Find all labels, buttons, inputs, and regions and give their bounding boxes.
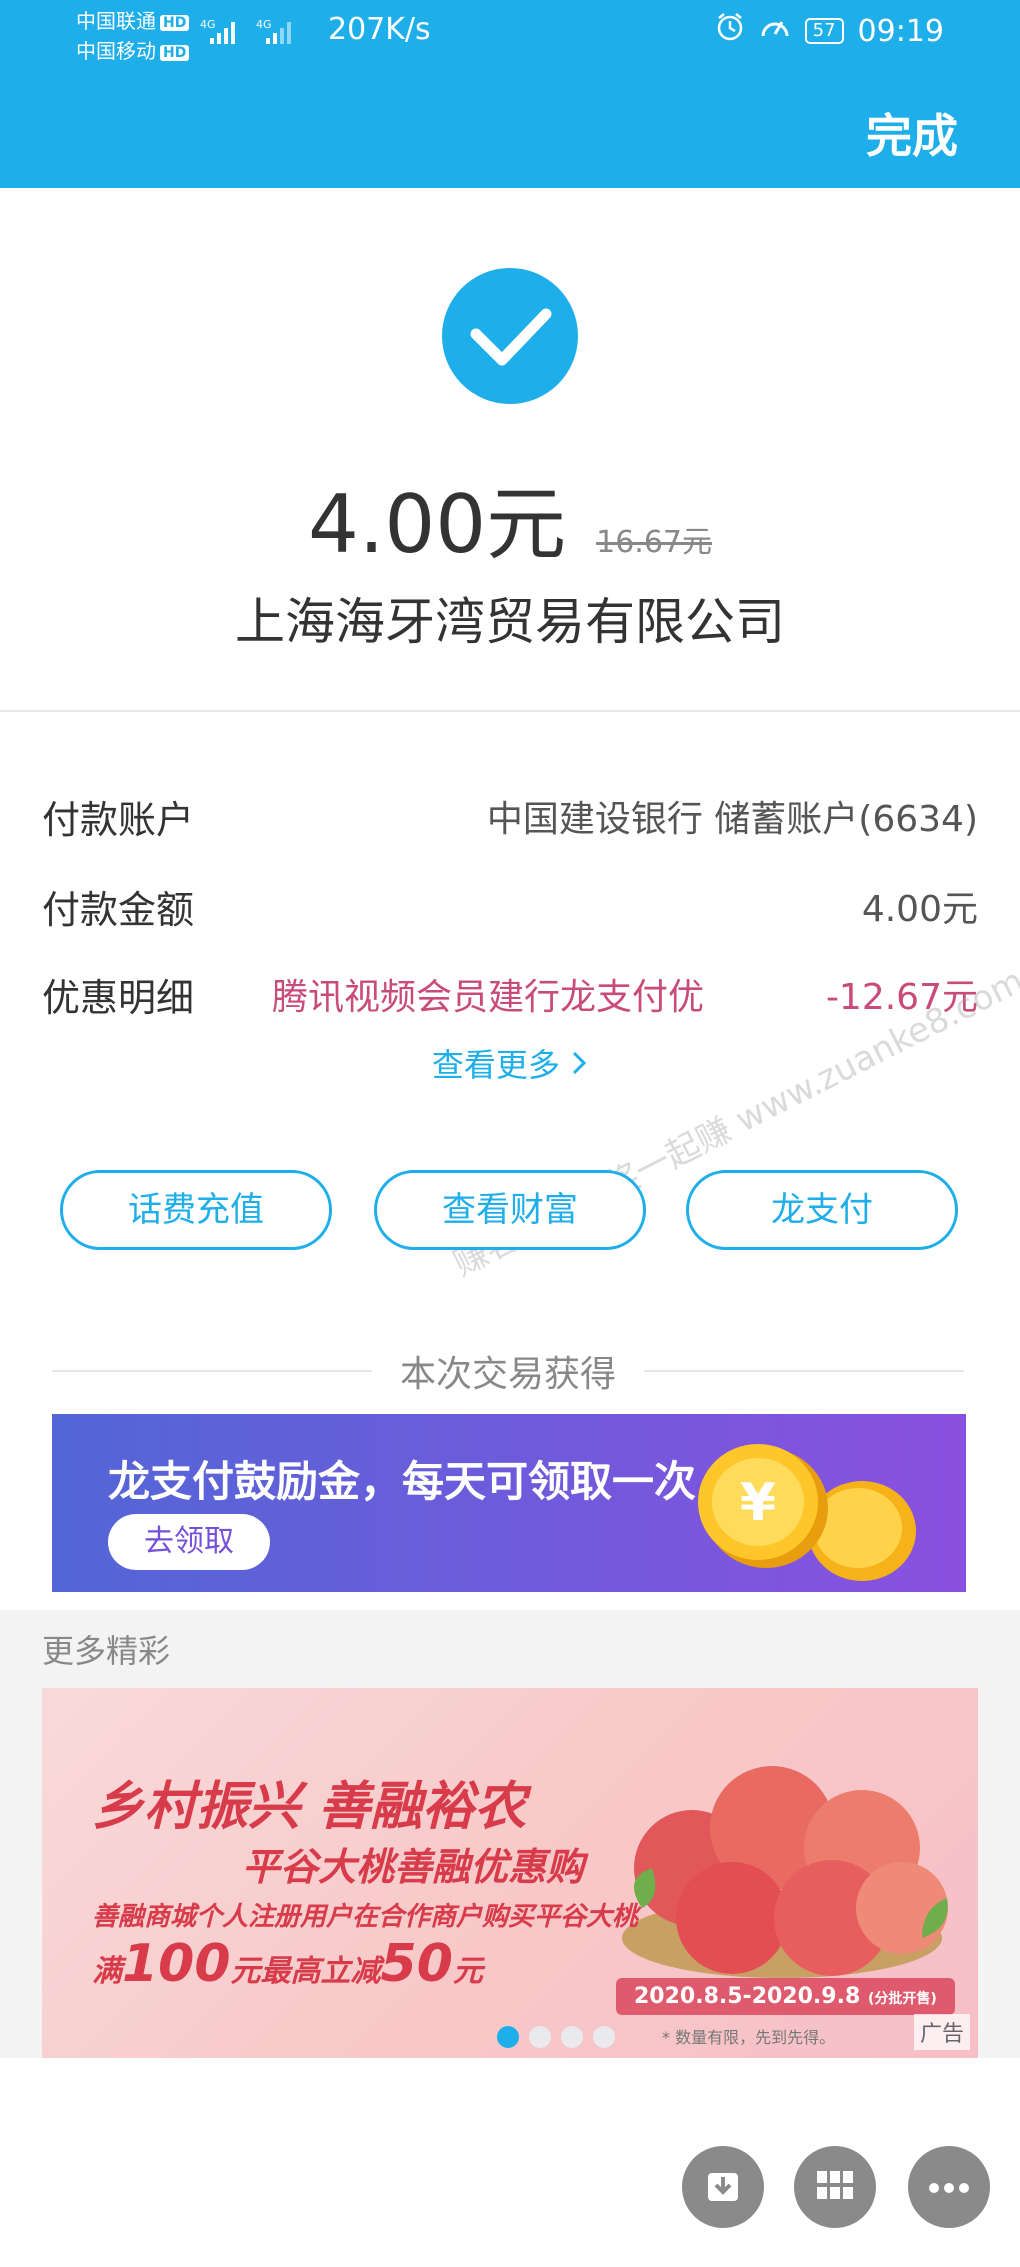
chevron-right-icon (570, 1046, 588, 1084)
svg-text:¥: ¥ (740, 1473, 776, 1533)
paid-amount: 4.00元 (307, 478, 567, 571)
long-pay-button[interactable]: 龙支付 (686, 1170, 958, 1250)
discount-value: -12.67元 (825, 977, 978, 1018)
ad-note: * 数量有限，先到先得。 (662, 2028, 836, 2047)
ad-subtitle: 平谷大桃善融优惠购 (242, 1836, 584, 1891)
svg-text:4G: 4G (256, 18, 272, 31)
ad-date-note: (分批开售) (867, 1991, 937, 2007)
carrier-2: 中国移动 (76, 39, 156, 63)
claim-button[interactable]: 去领取 (108, 1514, 270, 1570)
done-button[interactable]: 完成 (866, 100, 958, 166)
carousel-dot[interactable] (561, 2026, 583, 2048)
offer-mid: 元最高立减 (230, 1954, 381, 1989)
detail-row-amount: 付款金额 4.00元 (42, 876, 978, 936)
svg-text:4G: 4G (200, 18, 216, 31)
amount-row: 4.00元 16.67元 (0, 460, 1020, 576)
discount-name: 腾讯视频会员建行龙支付优 (272, 977, 705, 1018)
hd-badge-1: HD (160, 14, 190, 31)
pay-amount-label: 付款金额 (42, 887, 195, 932)
merchant-name: 上海海牙湾贸易有限公司 (235, 593, 785, 651)
success-check-icon (442, 268, 578, 404)
ad-date: 2020.8.5-2020.9.8 (分批开售) (616, 1978, 955, 2015)
status-carriers: 中国联通 HD 中国移动 HD (76, 6, 190, 66)
more-options-button[interactable] (908, 2146, 990, 2228)
download-icon (703, 2165, 743, 2209)
ad-description: 善融商城个人注册用户在合作商户购买平谷大桃 (92, 1902, 639, 1932)
phone-recharge-button[interactable]: 话费充值 (60, 1170, 332, 1250)
ad-date-range: 2020.8.5-2020.9.8 (634, 1984, 861, 2009)
speed-gauge-icon (759, 12, 791, 50)
account-value: 中国建设银行 储蓄账户(6634) (486, 799, 978, 840)
alarm-icon (715, 12, 745, 50)
carousel-dot[interactable] (497, 2026, 519, 2048)
see-more-link[interactable]: 查看更多 (0, 1040, 1020, 1086)
heading-line-right (644, 1370, 965, 1372)
ad-subtitle-a: 平谷大桃善融 (242, 1845, 471, 1889)
download-button[interactable] (682, 2146, 764, 2228)
status-right: 57 09:19 (715, 12, 944, 50)
ad-banner[interactable]: 乡村振兴 善融裕农 平谷大桃善融优惠购 善融商城个人注册用户在合作商户购买平谷大… (42, 1688, 978, 2058)
see-more-label: 查看更多 (431, 1046, 560, 1084)
header-bar: 中国联通 HD 中国移动 HD 4G 4G 207K/s 57 09:19 完成 (0, 0, 1020, 188)
ad-subtitle-b: 优惠购 (470, 1845, 585, 1889)
net-speed: 207K/s (328, 12, 431, 47)
view-wealth-button[interactable]: 查看财富 (374, 1170, 646, 1250)
grid-icon (815, 2169, 855, 2205)
rewards-heading-text: 本次交易获得 (400, 1354, 617, 1395)
more-title: 更多精彩 (42, 1632, 171, 1670)
hd-badge-2: HD (160, 44, 190, 61)
offer-amount: 100 (122, 1934, 231, 1994)
pay-amount-value: 4.00元 (861, 889, 978, 930)
carousel-indicator (497, 2026, 615, 2048)
yuan-coin-icon: ¥ (692, 1436, 832, 1580)
offer-pre: 满 (92, 1954, 122, 1989)
discount-label: 优惠明细 (42, 975, 195, 1020)
carousel-dot[interactable] (529, 2026, 551, 2048)
divider (0, 710, 1020, 712)
reward-banner-title: 龙支付鼓励金，每天可领取一次 (108, 1457, 697, 1506)
reward-banner[interactable]: 龙支付鼓励金，每天可领取一次 去领取 ¥ (52, 1414, 966, 1592)
detail-row-account: 付款账户 中国建设银行 储蓄账户(6634) (42, 786, 978, 846)
rewards-heading: 本次交易获得 (52, 1346, 965, 1396)
carrier-1: 中国联通 (76, 9, 156, 33)
heading-line-left (52, 1370, 372, 1372)
offer-discount: 50 (380, 1934, 453, 1994)
detail-row-discount: 优惠明细 腾讯视频会员建行龙支付优 -12.67元 (42, 964, 978, 1024)
more-dots-icon (929, 2178, 969, 2197)
ad-tag: 广告 (913, 2014, 970, 2050)
ad-offer: 满100元最高立减50元 (92, 1934, 483, 1994)
ad-title: 乡村振兴 善融裕农 (92, 1777, 527, 1837)
carousel-dot[interactable] (593, 2026, 615, 2048)
peach-basket-image (602, 1728, 962, 1992)
account-label: 付款账户 (42, 797, 195, 842)
original-amount: 16.67元 (596, 525, 712, 560)
battery-icon: 57 (804, 18, 844, 44)
signal-icon: 4G 4G (200, 14, 310, 52)
more-section: 更多精彩 乡村振兴 善融裕农 平谷大桃善融优惠购 善融商城个人注册用户在合作商户… (0, 1610, 1020, 2058)
clock: 09:19 (857, 13, 944, 49)
offer-unit: 元 (452, 1954, 483, 1989)
apps-button[interactable] (794, 2146, 876, 2228)
